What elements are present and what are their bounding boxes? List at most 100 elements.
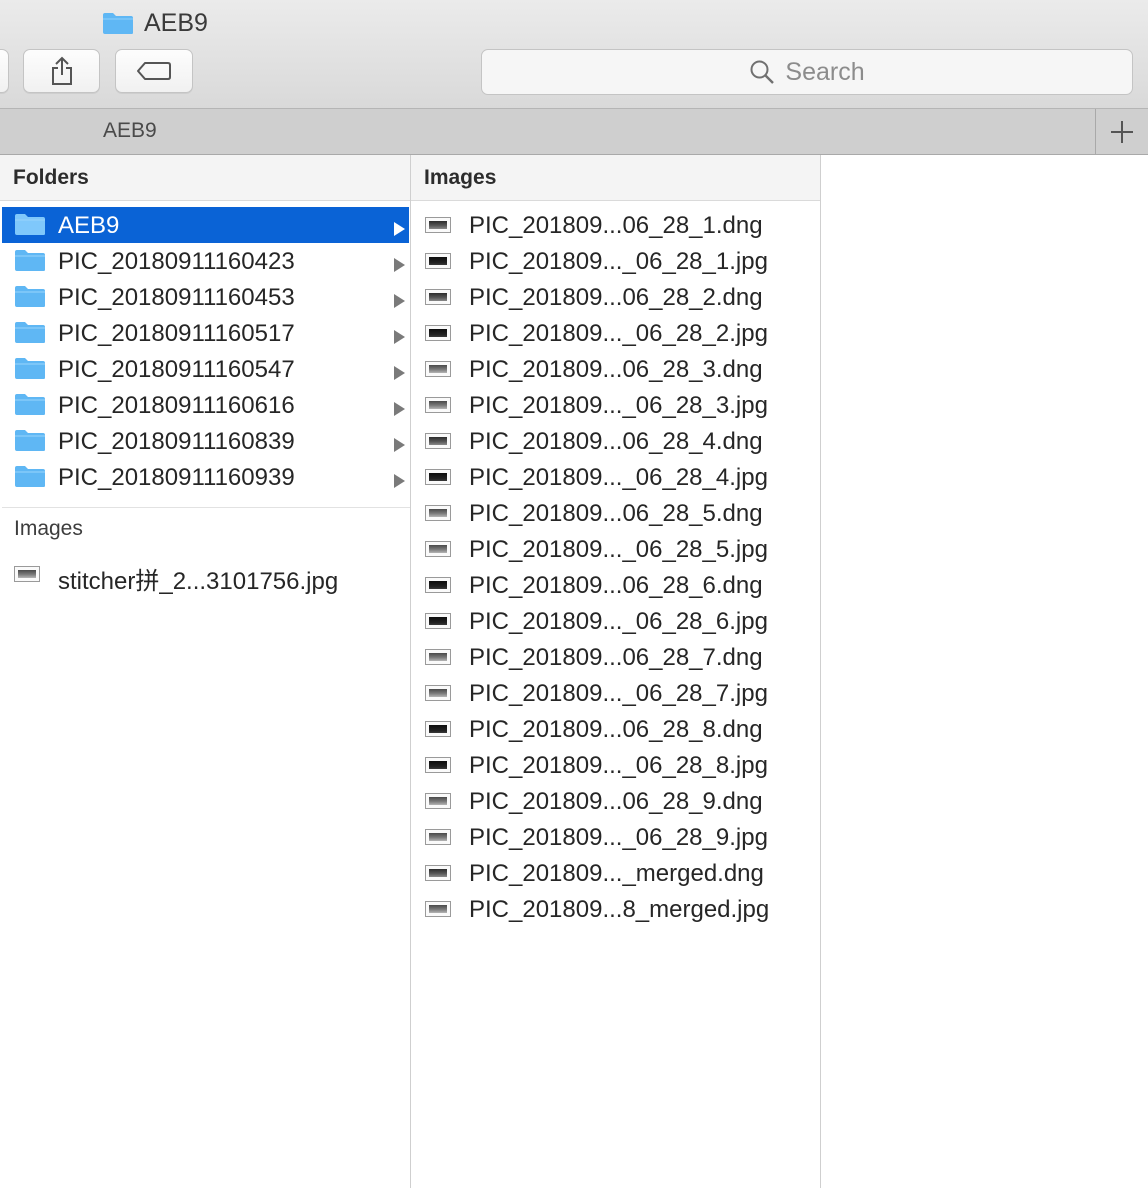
file-name: PIC_201809..._06_28_7.jpg [469,680,768,707]
file-name: PIC_201809...06_28_6.dng [469,572,763,599]
image-file-row[interactable]: PIC_201809..._06_28_6.jpg [413,603,820,639]
folder-name: PIC_20180911160423 [58,248,295,275]
share-button[interactable] [23,49,100,93]
file-name: stitcher拼_2...3101756.jpg [58,568,339,595]
image-thumbnail-icon [425,397,451,413]
image-thumbnail-icon [425,217,451,233]
folder-icon [15,430,45,451]
folder-name: PIC_20180911160517 [58,320,295,347]
image-file-row[interactable]: PIC_201809...06_28_5.dng [413,495,820,531]
back-button[interactable] [0,49,9,93]
file-name: PIC_201809...06_28_8.dng [469,716,763,743]
folder-row[interactable]: PIC_20180911160939 [2,459,409,495]
folder-name: PIC_20180911160616 [58,392,295,419]
file-name: PIC_201809..._merged.dng [469,860,764,887]
file-name: PIC_201809..._06_28_1.jpg [469,248,768,275]
image-file-row[interactable]: PIC_201809...06_28_6.dng [413,567,820,603]
folder-row[interactable]: AEB9 [2,207,409,243]
disclosure-arrow-icon [394,294,405,308]
file-name: PIC_201809...06_28_4.dng [469,428,763,455]
image-thumbnail-icon [425,649,451,665]
folder-name: AEB9 [58,212,120,239]
image-file-row[interactable]: PIC_201809..._merged.dng [413,855,820,891]
image-file-row[interactable]: PIC_201809...06_28_7.dng [413,639,820,675]
image-thumbnail-icon [425,865,451,881]
disclosure-arrow-icon [394,222,405,236]
share-icon [51,56,72,85]
tab-aeb9[interactable]: AEB9 [103,119,157,143]
image-thumbnail-icon [425,793,451,809]
folder-row[interactable]: PIC_20180911160547 [2,351,409,387]
image-thumbnail-icon [425,721,451,737]
image-file-row[interactable]: PIC_201809...8_merged.jpg [413,891,820,927]
image-thumbnail-icon [425,757,451,773]
folder-icon [15,466,45,487]
image-file-row[interactable]: PIC_201809..._06_28_2.jpg [413,315,820,351]
search-icon [750,60,775,84]
folder-name: PIC_20180911160547 [58,356,295,383]
folder-row[interactable]: PIC_20180911160616 [2,387,409,423]
image-thumbnail-icon [425,361,451,377]
file-name: PIC_201809...06_28_1.dng [469,212,763,239]
image-thumbnail-icon [425,289,451,305]
folder-name: PIC_20180911160939 [58,464,295,491]
image-file-row[interactable]: PIC_201809...06_28_3.dng [413,351,820,387]
file-name: PIC_201809...06_28_5.dng [469,500,763,527]
image-file-row[interactable]: stitcher拼_2...3101756.jpg [2,556,409,595]
image-file-row[interactable]: PIC_201809..._06_28_5.jpg [413,531,820,567]
image-thumbnail-icon [425,613,451,629]
new-tab-button[interactable] [1095,109,1148,154]
image-file-row[interactable]: PIC_201809...06_28_1.dng [413,207,820,243]
window-title: AEB9 [102,8,208,38]
folder-row[interactable]: PIC_20180911160839 [2,423,409,459]
file-name: PIC_201809...06_28_9.dng [469,788,763,815]
image-thumbnail-icon [425,253,451,269]
image-file-row[interactable]: PIC_201809..._06_28_4.jpg [413,459,820,495]
file-name: PIC_201809..._06_28_9.jpg [469,824,768,851]
image-file-row[interactable]: PIC_201809..._06_28_3.jpg [413,387,820,423]
folder-icon [15,394,45,415]
toolbar: AEB9 Search [0,0,1148,109]
image-thumbnail-icon [425,577,451,593]
image-file-row[interactable]: PIC_201809...06_28_8.dng [413,711,820,747]
file-name: PIC_201809...06_28_7.dng [469,644,763,671]
image-thumbnail-icon [14,566,40,582]
image-file-row[interactable]: PIC_201809...06_28_4.dng [413,423,820,459]
image-file-row[interactable]: PIC_201809..._06_28_7.jpg [413,675,820,711]
image-thumbnail-icon [425,829,451,845]
plus-icon [1111,120,1133,143]
image-file-row[interactable]: PIC_201809...06_28_2.dng [413,279,820,315]
image-file-row[interactable]: PIC_201809..._06_28_1.jpg [413,243,820,279]
disclosure-arrow-icon [394,330,405,344]
folder-icon [15,214,45,235]
images-header: Images [411,155,820,201]
image-file-row[interactable]: PIC_201809..._06_28_9.jpg [413,819,820,855]
folder-icon [15,286,45,307]
window-title-text: AEB9 [144,8,208,37]
folders-column: Folders AEB9 PIC_20180911160423 PIC_2018… [0,155,411,1188]
disclosure-arrow-icon [394,366,405,380]
image-file-row[interactable]: PIC_201809...06_28_9.dng [413,783,820,819]
tag-button[interactable] [115,49,193,93]
image-file-row[interactable]: PIC_201809..._06_28_8.jpg [413,747,820,783]
image-thumbnail-icon [425,325,451,341]
images-section-label: Images [14,517,83,540]
folder-row[interactable]: PIC_20180911160453 [2,279,409,315]
image-thumbnail-icon [425,433,451,449]
folder-row[interactable]: PIC_20180911160423 [2,243,409,279]
file-name: PIC_201809...8_merged.jpg [469,896,770,923]
disclosure-arrow-icon [394,258,405,272]
images-column: Images PIC_201809...06_28_1.dng PIC_2018… [411,155,821,1188]
tab-bar: AEB9 [0,109,1148,155]
folder-row[interactable]: PIC_20180911160517 [2,315,409,351]
file-name: PIC_201809..._06_28_3.jpg [469,392,768,419]
folders-header: Folders [0,155,410,201]
disclosure-arrow-icon [394,402,405,416]
file-name: PIC_201809...06_28_3.dng [469,356,763,383]
folder-icon [15,322,45,343]
image-thumbnail-icon [425,505,451,521]
image-thumbnail-icon [425,685,451,701]
disclosure-arrow-icon [394,438,405,452]
tag-icon [137,62,171,80]
search-field[interactable]: Search [481,49,1133,95]
